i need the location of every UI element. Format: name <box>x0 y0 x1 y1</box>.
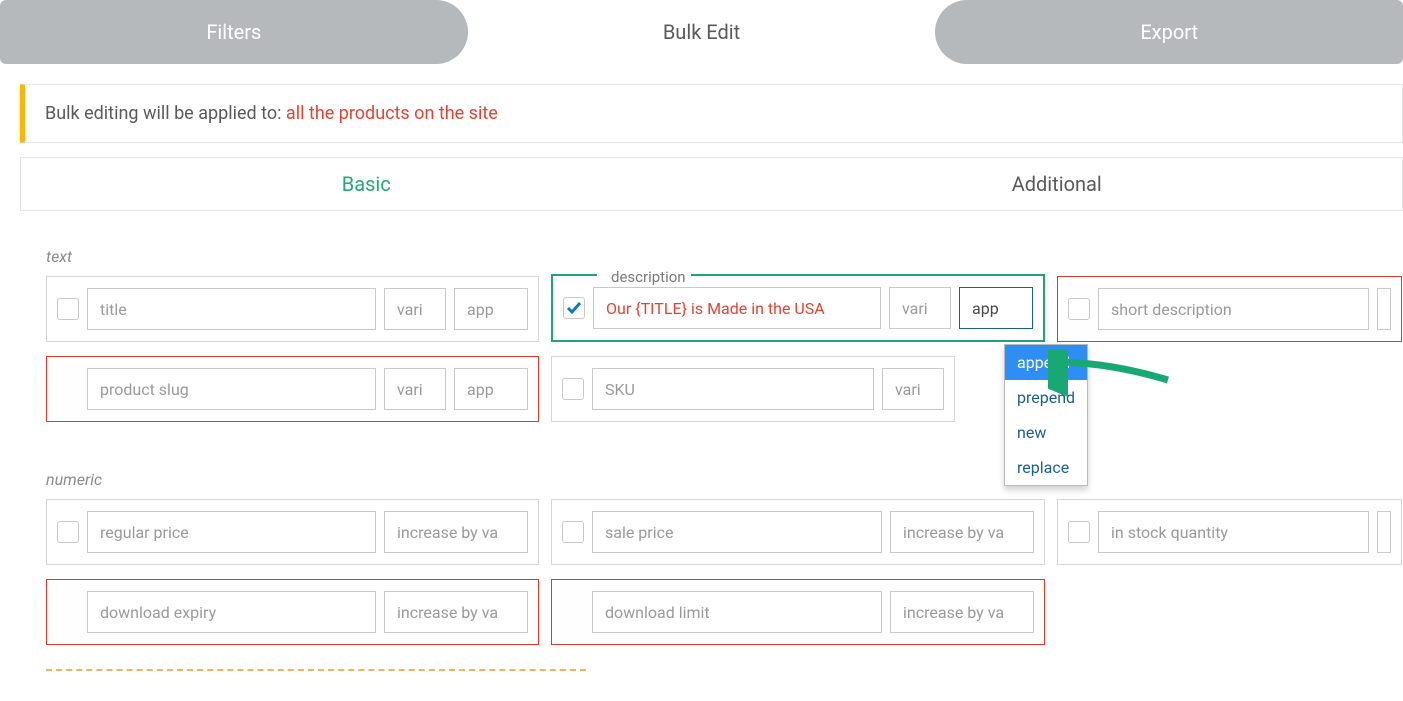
description-checkbox[interactable] <box>563 297 585 319</box>
dropdown-option-new[interactable]: new <box>1005 415 1087 450</box>
sub-tabbar: Basic Additional <box>20 157 1403 211</box>
subtab-additional[interactable]: Additional <box>712 158 1403 210</box>
sku-input[interactable]: SKU <box>592 368 874 410</box>
stock-qty-checkbox[interactable] <box>1068 521 1090 543</box>
description-legend: description <box>605 268 692 286</box>
field-card-short-description: short description <box>1057 276 1402 342</box>
field-card-in-stock-quantity: in stock quantity <box>1057 499 1402 565</box>
field-card-title: title vari app <box>46 276 539 342</box>
regular-price-op-select[interactable]: increase by va <box>384 511 528 553</box>
tab-export[interactable]: Export <box>935 0 1403 64</box>
sale-price-input[interactable]: sale price <box>592 511 882 553</box>
description-value: Our {TITLE} is Made in the USA <box>606 299 825 318</box>
download-limit-input[interactable]: download limit <box>592 591 882 633</box>
field-card-download-expiry: download expiry increase by va <box>46 579 539 645</box>
dashed-divider <box>46 669 586 671</box>
tab-bulk-edit[interactable]: Bulk Edit <box>468 0 936 64</box>
product-slug-app-select[interactable]: app <box>454 368 528 410</box>
short-description-trailing[interactable] <box>1377 288 1391 330</box>
field-card-description: description Our {TITLE} is Made in the U… <box>551 276 1045 342</box>
tab-filters[interactable]: Filters <box>0 0 468 64</box>
dropdown-option-append[interactable]: append <box>1005 345 1087 380</box>
field-card-download-limit: download limit increase by va <box>551 579 1045 645</box>
stock-qty-trailing[interactable] <box>1377 511 1391 553</box>
notice-prefix: Bulk editing will be applied to: <box>45 103 286 124</box>
dropdown-option-replace[interactable]: replace <box>1005 450 1087 485</box>
sale-price-checkbox[interactable] <box>562 521 584 543</box>
bulk-edit-notice: Bulk editing will be applied to: all the… <box>20 84 1403 143</box>
download-expiry-input[interactable]: download expiry <box>87 591 376 633</box>
sale-price-op-select[interactable]: increase by va <box>890 511 1034 553</box>
description-vari-select[interactable]: vari <box>889 287 951 329</box>
field-card-sale-price: sale price increase by va <box>551 499 1045 565</box>
section-header-numeric: numeric <box>46 470 1403 489</box>
product-slug-input[interactable]: product slug <box>87 368 376 410</box>
download-expiry-op-select[interactable]: increase by va <box>384 591 528 633</box>
short-description-input[interactable]: short description <box>1098 288 1369 330</box>
main-tabbar: Filters Bulk Edit Export <box>0 0 1403 64</box>
dropdown-option-prepend[interactable]: prepend <box>1005 380 1087 415</box>
sku-checkbox[interactable] <box>562 378 584 400</box>
section-header-text: text <box>46 247 1403 266</box>
description-input[interactable]: Our {TITLE} is Made in the USA <box>593 287 881 329</box>
notice-target: all the products on the site <box>286 103 498 124</box>
field-card-product-slug: product slug vari app <box>46 356 539 422</box>
download-limit-op-select[interactable]: increase by va <box>890 591 1034 633</box>
subtab-basic[interactable]: Basic <box>21 158 712 210</box>
short-description-checkbox[interactable] <box>1068 298 1090 320</box>
title-vari-select[interactable]: vari <box>384 288 446 330</box>
app-select-dropdown: append prepend new replace <box>1004 344 1088 486</box>
sku-vari-select[interactable]: vari <box>882 368 944 410</box>
field-card-regular-price: regular price increase by va <box>46 499 539 565</box>
stock-qty-input[interactable]: in stock quantity <box>1098 511 1369 553</box>
regular-price-checkbox[interactable] <box>57 521 79 543</box>
field-card-sku: SKU vari <box>551 356 955 422</box>
description-app-select[interactable]: app <box>959 287 1033 329</box>
regular-price-input[interactable]: regular price <box>87 511 376 553</box>
product-slug-vari-select[interactable]: vari <box>384 368 446 410</box>
title-app-select[interactable]: app <box>454 288 528 330</box>
title-input[interactable]: title <box>87 288 376 330</box>
title-checkbox[interactable] <box>57 298 79 320</box>
